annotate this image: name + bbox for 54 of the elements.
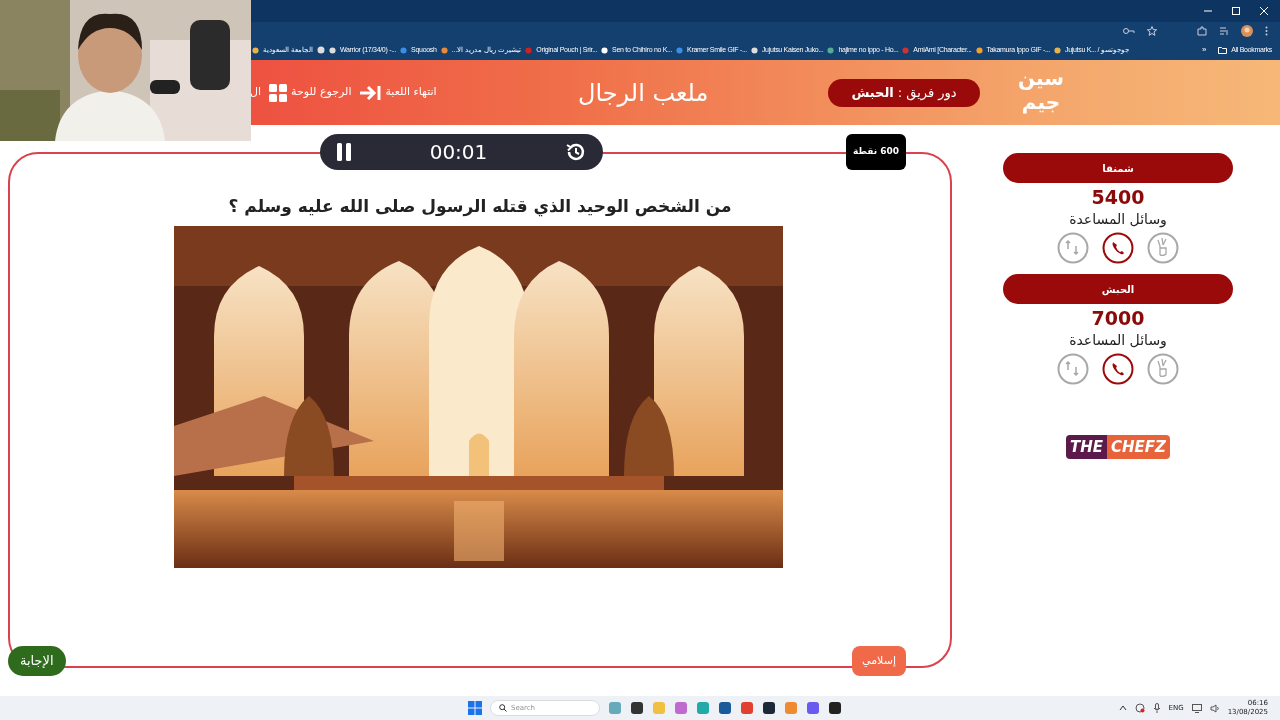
- site-icon: [601, 46, 609, 54]
- site-icon: [975, 46, 983, 54]
- taskbar-app-icon[interactable]: [828, 701, 842, 715]
- pause-icon[interactable]: [336, 143, 352, 161]
- taskbar-app-icon[interactable]: [762, 701, 776, 715]
- logo: سين جيم: [1018, 66, 1064, 114]
- chevron-up-icon[interactable]: [1118, 705, 1127, 711]
- sponsor-logo: THE CHEFZ: [1066, 435, 1170, 459]
- answer-button[interactable]: الإجابة: [8, 646, 66, 676]
- site-icon: [440, 46, 448, 54]
- team-name-bar: شمنقا: [1003, 153, 1233, 183]
- star-icon[interactable]: [1147, 26, 1157, 36]
- phone-icon[interactable]: [1102, 232, 1134, 264]
- team-name-bar: الحبش: [1003, 274, 1233, 304]
- header-nav-link[interactable]: ال: [250, 84, 262, 101]
- phone-icon[interactable]: [1102, 353, 1134, 385]
- question-text: من الشخص الوحيد الذي قتله الرسول صلى الله عليه وسلم ؟: [228, 195, 732, 219]
- search-icon: [499, 704, 507, 712]
- menu-icon[interactable]: [1265, 26, 1268, 36]
- site-icon: [676, 46, 684, 54]
- profile-avatar-icon[interactable]: [1241, 25, 1253, 37]
- site-icon: [252, 46, 259, 54]
- site-icon: [902, 46, 910, 54]
- category-badge: إسلامي: [852, 646, 906, 676]
- team-score: 7000: [1091, 306, 1145, 331]
- site-icon: [400, 46, 408, 54]
- close-icon[interactable]: [1260, 7, 1268, 15]
- minimize-icon[interactable]: [1204, 7, 1212, 15]
- site-icon: [525, 46, 533, 54]
- display-icon[interactable]: [1191, 703, 1202, 713]
- taskbar-app-icon[interactable]: [630, 701, 644, 715]
- reset-timer-icon[interactable]: [565, 141, 587, 163]
- grid-icon: [269, 83, 288, 102]
- timer-text: 00:01: [429, 139, 488, 166]
- more-bookmarks-button[interactable]: »: [1202, 44, 1207, 56]
- site-icon: [328, 46, 336, 54]
- site-icon: [1053, 46, 1061, 54]
- points-badge: 600 نقطة: [846, 134, 906, 170]
- turn-indicator: دور فريق : الحبش: [828, 78, 980, 107]
- site-icon: [827, 46, 835, 54]
- taskbar-app-icon[interactable]: [718, 701, 732, 715]
- site-icon: [750, 46, 758, 54]
- key-icon[interactable]: [1123, 27, 1135, 35]
- network-icon[interactable]: [1134, 703, 1145, 713]
- folder-icon: [1218, 46, 1228, 54]
- aids-label: وسائل المساعدة: [1069, 331, 1167, 349]
- aids-label: وسائل المساعدة: [1069, 210, 1167, 228]
- windows-start-icon[interactable]: [468, 701, 482, 715]
- team-score: 5400: [1091, 185, 1145, 210]
- page-title: ملعب الرجال: [578, 77, 709, 109]
- microphone-icon[interactable]: [1152, 703, 1161, 713]
- maximize-icon[interactable]: [1232, 7, 1240, 15]
- exit-arrow-icon: [359, 84, 382, 101]
- speaker-icon[interactable]: [1209, 703, 1220, 713]
